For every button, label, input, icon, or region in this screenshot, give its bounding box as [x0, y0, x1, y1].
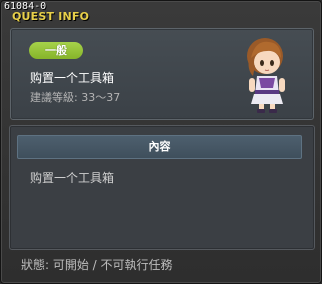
tab-content[interactable]: 內容 — [17, 135, 302, 159]
quest-name: 购置一个工具箱 — [30, 71, 115, 85]
quest-description: 购置一个工具箱 — [30, 171, 115, 185]
quest-header-panel: 一般 购置一个工具箱 建議等級: 33～37 — [10, 28, 314, 120]
level-requirement: 建議等級: 33～37 — [30, 91, 121, 104]
quest-status: 狀態: 可開始 / 不可執行任務 — [21, 258, 173, 272]
quest-info-window: 61084-0 QUEST INFO 一般 购置一个工具箱 建議等級: 33～3… — [0, 0, 322, 284]
window-title: QUEST INFO — [12, 10, 90, 23]
category-badge: 一般 — [29, 42, 83, 59]
content-panel: 內容 购置一个工具箱 — [9, 125, 315, 250]
npc-portrait-icon — [247, 38, 285, 113]
